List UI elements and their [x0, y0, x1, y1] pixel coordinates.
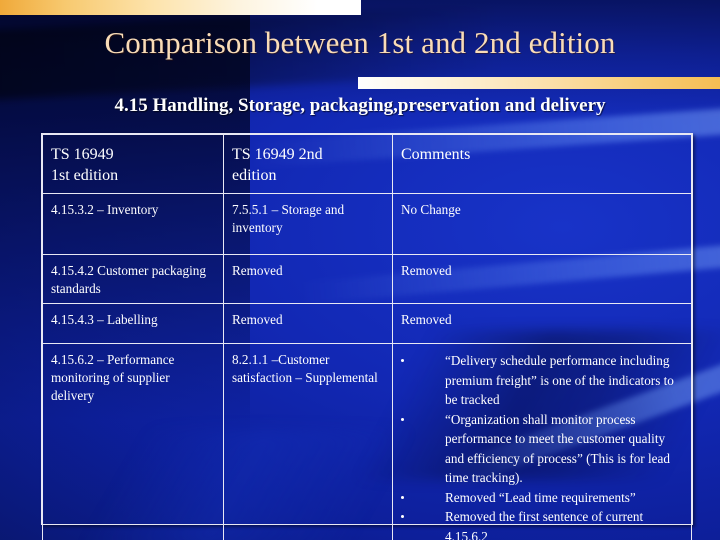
- decorative-gold-bar-secondary: [358, 77, 720, 89]
- cell-second-edition: Removed: [223, 254, 393, 304]
- cell-second-edition: 7.5.5.1 – Storage and inventory: [223, 193, 393, 255]
- table-row: 4.15.3.2 – Inventory 7.5.5.1 – Storage a…: [42, 193, 692, 255]
- cell-comments: Removed: [392, 254, 692, 304]
- comments-bullet-item: “Delivery schedule performance including…: [401, 351, 683, 410]
- comparison-table-container: TS 16949 1st edition TS 16949 2nd editio…: [41, 133, 693, 540]
- comments-bullet-item: Removed the first sentence of current 4.…: [401, 507, 683, 540]
- slide: Comparison between 1st and 2nd edition 4…: [0, 0, 720, 540]
- comments-bullet-item: Removed “Lead time requirements”: [401, 488, 683, 508]
- header-comments-label: Comments: [401, 146, 471, 163]
- table-row: 4.15.4.3 – Labelling Removed Removed: [42, 303, 692, 344]
- comments-bullet-list: “Delivery schedule performance including…: [401, 351, 683, 540]
- header-first-edition-line2: 1st edition: [51, 167, 119, 184]
- table-row: 4.15.4.2 Customer packaging standards Re…: [42, 254, 692, 304]
- comparison-table: TS 16949 1st edition TS 16949 2nd editio…: [42, 134, 692, 540]
- decorative-gold-bar-top: [0, 0, 361, 15]
- cell-comments: Removed: [392, 303, 692, 344]
- header-cell-comments: Comments: [392, 134, 692, 194]
- cell-first-edition: 4.15.4.2 Customer packaging standards: [42, 254, 224, 304]
- slide-title: Comparison between 1st and 2nd edition: [104, 25, 616, 60]
- header-cell-first-edition: TS 16949 1st edition: [42, 134, 224, 194]
- header-cell-second-edition: TS 16949 2nd edition: [223, 134, 393, 194]
- cell-first-edition: 4.15.4.3 – Labelling: [42, 303, 224, 344]
- table-row: 4.15.6.2 – Performance monitoring of sup…: [42, 343, 692, 540]
- cell-comments: “Delivery schedule performance including…: [392, 343, 692, 540]
- header-second-edition-line2: edition: [232, 167, 277, 184]
- cell-comments: No Change: [392, 193, 692, 255]
- table-header-row: TS 16949 1st edition TS 16949 2nd editio…: [42, 134, 692, 194]
- cell-first-edition: 4.15.6.2 – Performance monitoring of sup…: [42, 343, 224, 540]
- cell-second-edition: Removed: [223, 303, 393, 344]
- header-second-edition-line1: TS 16949 2nd: [232, 146, 323, 163]
- comments-bullet-item: “Organization shall monitor process perf…: [401, 410, 683, 488]
- cell-second-edition: 8.2.1.1 –Customer satisfaction – Supplem…: [223, 343, 393, 540]
- header-first-edition-line1: TS 16949: [51, 146, 114, 163]
- cell-first-edition: 4.15.3.2 – Inventory: [42, 193, 224, 255]
- slide-subtitle: 4.15 Handling, Storage, packaging,preser…: [114, 95, 606, 116]
